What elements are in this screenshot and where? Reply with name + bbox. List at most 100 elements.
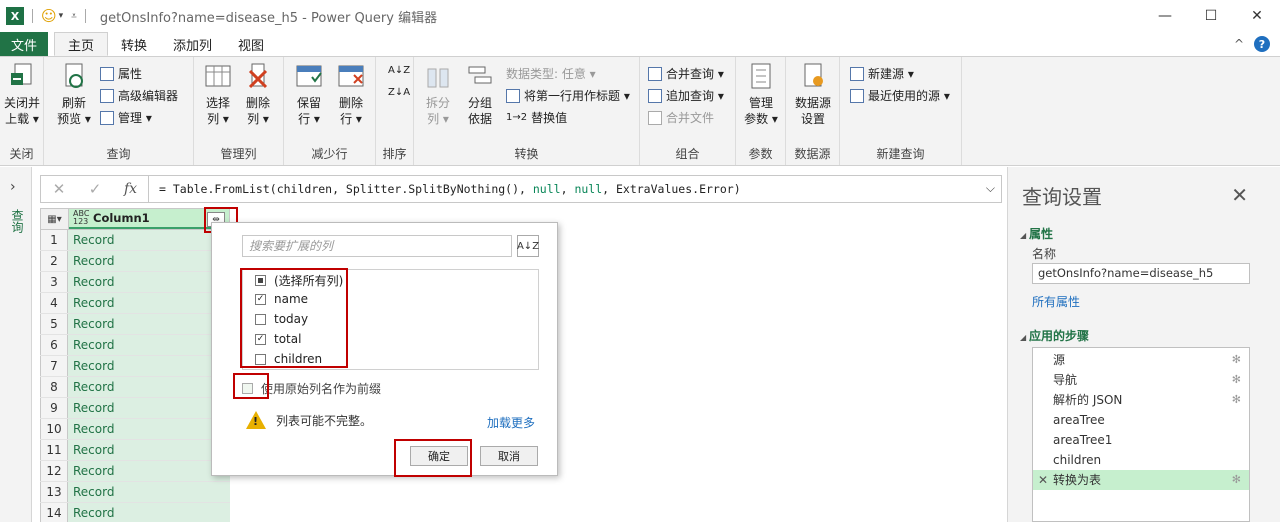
record-cell[interactable]: Record — [68, 335, 230, 355]
queries-pane-label[interactable]: 查询 — [9, 209, 26, 233]
table-row[interactable]: 9 Record — [40, 398, 230, 419]
column1-header[interactable]: ABC 123 Column1 ⇹ — [69, 209, 229, 229]
table-row[interactable]: 5 Record — [40, 314, 230, 335]
manage-parameters-button[interactable]: 管理 参数 ▾ — [742, 61, 780, 127]
step-navigation[interactable]: 导航 ✻ — [1033, 370, 1249, 390]
column-type-icon[interactable]: ABC 123 — [73, 210, 91, 226]
today-checkbox[interactable] — [255, 313, 266, 325]
commit-formula-icon[interactable]: ✓ — [77, 180, 113, 198]
cancel-button[interactable]: 取消 — [480, 446, 538, 466]
record-cell[interactable]: Record — [68, 419, 230, 439]
choose-columns-button[interactable]: 选择 列 ▾ — [200, 61, 236, 127]
cancel-formula-icon[interactable]: ✕ — [41, 180, 77, 198]
table-row[interactable]: 10 Record — [40, 419, 230, 440]
record-cell[interactable]: Record — [68, 377, 230, 397]
new-source-button[interactable]: 新建源 ▾ — [850, 65, 914, 82]
children-checkbox[interactable] — [255, 353, 266, 365]
record-cell[interactable]: Record — [68, 398, 230, 418]
feedback-smiley-icon[interactable]: ☺ — [41, 7, 57, 25]
table-row[interactable]: 2 Record — [40, 251, 230, 272]
record-cell[interactable]: Record — [68, 251, 230, 271]
replace-values-button[interactable]: 1→2 替换值 — [506, 109, 567, 126]
table-row[interactable]: 12 Record — [40, 461, 230, 482]
record-cell[interactable]: Record — [68, 293, 230, 313]
manage-button[interactable]: 管理 ▾ — [100, 109, 152, 126]
record-cell[interactable]: Record — [68, 482, 230, 502]
combine-files-button[interactable]: 合并文件 — [648, 109, 714, 126]
remove-columns-button[interactable]: 删除 列 ▾ — [240, 61, 276, 127]
split-column-button[interactable]: 拆分 列 ▾ — [420, 61, 456, 127]
expand-search-input[interactable]: 搜索要扩展的列 — [242, 235, 512, 257]
tab-view[interactable]: 视图 — [225, 32, 277, 56]
close-and-load-button[interactable]: 关闭并 上载 ▾ — [3, 61, 41, 127]
step-areatree[interactable]: areaTree — [1033, 410, 1249, 430]
option-children[interactable]: children — [255, 352, 322, 366]
record-cell[interactable]: Record — [68, 356, 230, 376]
data-type-dropdown[interactable]: 数据类型: 任意 ▾ — [506, 65, 596, 82]
table-menu-icon[interactable]: ▦▾ — [41, 209, 69, 229]
table-row[interactable]: 8 Record — [40, 377, 230, 398]
close-settings-icon[interactable]: ✕ — [1231, 183, 1248, 207]
append-queries-button[interactable]: 追加查询 ▾ — [648, 87, 724, 104]
table-row[interactable]: 6 Record — [40, 335, 230, 356]
record-cell[interactable]: Record — [68, 314, 230, 334]
step-convert-to-table[interactable]: ✕ 转换为表 ✻ — [1033, 470, 1249, 490]
maximize-button[interactable]: ☐ — [1188, 0, 1234, 32]
sort-descending-icon[interactable]: Z↓A — [388, 87, 410, 98]
refresh-preview-button[interactable]: 刷新 预览 ▾ — [54, 61, 94, 127]
quick-access-toolbar-icon[interactable]: ⩡ — [71, 11, 77, 22]
step-parsed-json[interactable]: 解析的 JSON ✻ — [1033, 390, 1249, 410]
table-row[interactable]: 11 Record — [40, 440, 230, 461]
record-cell[interactable]: Record — [68, 230, 230, 250]
table-row[interactable]: 14 Record — [40, 503, 230, 522]
group-by-button[interactable]: 分组 依据 — [462, 61, 498, 127]
tab-transform[interactable]: 转换 — [108, 32, 160, 56]
minimize-button[interactable]: — — [1142, 0, 1188, 32]
total-checkbox[interactable]: ✓ — [255, 333, 266, 345]
option-select-all[interactable]: (选择所有列) — [255, 272, 343, 289]
use-prefix-checkbox[interactable] — [242, 383, 253, 394]
table-row[interactable]: 4 Record — [40, 293, 230, 314]
step-children[interactable]: children — [1033, 450, 1249, 470]
table-row[interactable]: 7 Record — [40, 356, 230, 377]
record-cell[interactable]: Record — [68, 272, 230, 292]
option-total[interactable]: ✓ total — [255, 332, 301, 346]
sort-az-icon[interactable]: A↓Z — [517, 235, 539, 257]
table-row[interactable]: 3 Record — [40, 272, 230, 293]
step-areatree1[interactable]: areaTree1 — [1033, 430, 1249, 450]
tab-home[interactable]: 主页 — [54, 32, 109, 56]
select-all-checkbox[interactable] — [255, 275, 266, 286]
option-today[interactable]: today — [255, 312, 308, 326]
record-cell[interactable]: Record — [68, 440, 230, 460]
tab-add-column[interactable]: 添加列 — [160, 32, 225, 56]
expand-formula-chevron-icon[interactable]: ⌵ — [986, 181, 995, 196]
ok-button[interactable]: 确定 — [410, 446, 468, 466]
help-icon[interactable]: ? — [1254, 36, 1270, 52]
delete-step-icon[interactable]: ✕ — [1038, 470, 1048, 490]
datasource-settings-button[interactable]: 数据源 设置 — [792, 61, 834, 127]
advanced-editor-button[interactable]: 高级编辑器 — [100, 87, 178, 104]
applied-steps-header[interactable]: 应用的步骤 — [1020, 327, 1089, 344]
all-properties-link[interactable]: 所有属性 — [1032, 293, 1080, 310]
use-first-row-headers-button[interactable]: 将第一行用作标题 ▾ — [506, 87, 630, 104]
table-row[interactable]: 13 Record — [40, 482, 230, 503]
use-prefix-option[interactable]: 使用原始列名作为前缀 — [242, 380, 381, 397]
close-window-button[interactable]: ✕ — [1234, 0, 1280, 32]
query-name-input[interactable]: getOnsInfo?name=disease_h5 — [1032, 263, 1250, 284]
collapse-ribbon-icon[interactable]: ^ — [1234, 37, 1244, 51]
table-row[interactable]: 1 Record — [40, 230, 230, 251]
expand-queries-chevron-icon[interactable]: › — [10, 179, 16, 195]
remove-rows-button[interactable]: 删除 行 ▾ — [332, 61, 370, 127]
formula-input[interactable]: = Table.FromList(children, Splitter.Spli… — [149, 182, 741, 196]
properties-section-header[interactable]: 属性 — [1020, 225, 1053, 242]
smiley-dropdown-icon[interactable]: ▾ — [59, 11, 64, 21]
option-name[interactable]: ✓ name — [255, 292, 308, 306]
load-more-link[interactable]: 加载更多 — [487, 414, 535, 431]
sort-ascending-icon[interactable]: A↓Z — [388, 65, 410, 76]
recent-sources-button[interactable]: 最近使用的源 ▾ — [850, 87, 950, 104]
fx-icon[interactable]: fx — [113, 176, 149, 202]
merge-queries-button[interactable]: 合并查询 ▾ — [648, 65, 724, 82]
step-source[interactable]: 源 ✻ — [1033, 350, 1249, 370]
keep-rows-button[interactable]: 保留 行 ▾ — [290, 61, 328, 127]
tab-file[interactable]: 文件 — [0, 32, 48, 56]
